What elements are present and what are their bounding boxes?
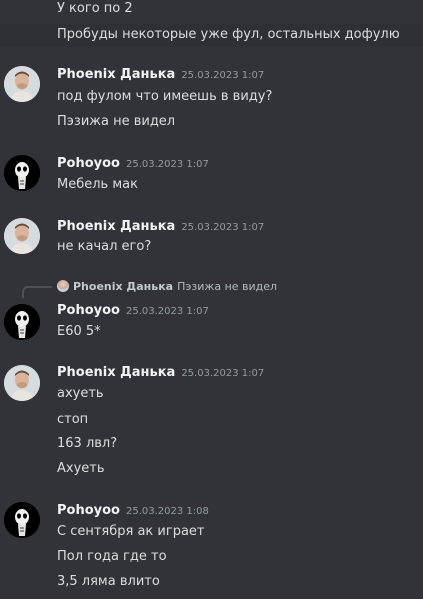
message-line: ахуеть: [57, 386, 104, 401]
message-line: не качал его?: [57, 239, 152, 254]
message-line: 3,5 ляма влито: [57, 574, 160, 589]
avatar[interactable]: [4, 502, 40, 538]
avatar[interactable]: [4, 304, 40, 340]
message-line: Пэзижа не видел: [57, 114, 176, 129]
alien-avatar-icon: [4, 304, 40, 340]
message-header: Pohoyoo 25.03.2023 1:07: [57, 302, 209, 321]
message-line: Ахуеть: [57, 461, 105, 476]
user-photo-icon: [4, 365, 40, 401]
alien-avatar-icon: [4, 502, 40, 538]
reply-preview[interactable]: Phoenix Данька Пэзижа не видел: [57, 279, 277, 295]
reply-text[interactable]: Пэзижа не видел: [177, 280, 277, 293]
chat-message-list: У кого по 2 Пробуды некоторые уже фул, о…: [0, 0, 423, 599]
reply-author[interactable]: Phoenix Данька: [73, 280, 173, 293]
alien-avatar-icon: [4, 155, 40, 191]
message-header: Pohoyoo 25.03.2023 1:07: [57, 155, 209, 174]
message-header: Phoenix Данька 25.03.2023 1:07: [57, 218, 264, 237]
timestamp[interactable]: 25.03.2023 1:07: [181, 222, 264, 233]
timestamp[interactable]: 25.03.2023 1:07: [181, 70, 264, 81]
message-line: Пробуды некоторые уже фул, остальных доф…: [0, 24, 423, 46]
message-line: Мебель мак: [57, 177, 138, 192]
username[interactable]: Pohoyoo: [57, 156, 120, 171]
user-photo-icon: [4, 66, 40, 102]
timestamp[interactable]: 25.03.2023 1:07: [181, 368, 264, 379]
message-header: Pohoyoo 25.03.2023 1:08: [57, 502, 209, 521]
reply-avatar-icon: [57, 280, 69, 292]
username[interactable]: Phoenix Данька: [57, 365, 175, 380]
avatar[interactable]: [4, 66, 40, 102]
message-line: E60 5*: [57, 324, 101, 339]
avatar[interactable]: [4, 218, 40, 254]
avatar[interactable]: [4, 365, 40, 401]
reply-spine: [22, 286, 52, 298]
timestamp[interactable]: 25.03.2023 1:08: [126, 506, 209, 517]
message-line: Пол года где то: [57, 549, 167, 564]
username[interactable]: Phoenix Данька: [57, 219, 175, 234]
username[interactable]: Pohoyoo: [57, 303, 120, 318]
avatar[interactable]: [4, 155, 40, 191]
timestamp[interactable]: 25.03.2023 1:07: [126, 159, 209, 170]
message-line: У кого по 2: [57, 1, 133, 16]
message-line: стоп: [57, 412, 89, 427]
message-line: 163 лвл?: [57, 436, 118, 451]
username[interactable]: Phoenix Данька: [57, 67, 175, 82]
message-line: С сентября ак играет: [57, 524, 205, 539]
message-header: Phoenix Данька 25.03.2023 1:07: [57, 66, 264, 85]
username[interactable]: Pohoyoo: [57, 503, 120, 518]
timestamp[interactable]: 25.03.2023 1:07: [126, 306, 209, 317]
message-line: под фулом что имеешь в виду?: [57, 89, 273, 104]
message-header: Phoenix Данька 25.03.2023 1:07: [57, 364, 264, 383]
user-photo-icon: [4, 218, 40, 254]
